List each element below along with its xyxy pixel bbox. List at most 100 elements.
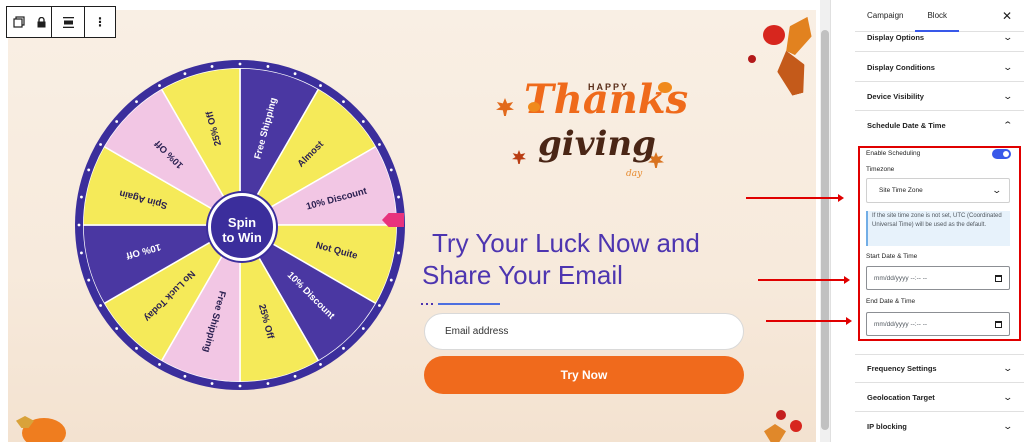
rim-dot bbox=[183, 72, 187, 76]
close-icon[interactable]: ✕ bbox=[1002, 9, 1012, 23]
rim-dot bbox=[87, 168, 91, 172]
align-icon[interactable] bbox=[52, 7, 84, 37]
rim-dot bbox=[210, 382, 214, 385]
panel-schedule[interactable]: Schedule Date & Time ⌃ bbox=[855, 111, 1024, 140]
rim-dot bbox=[135, 346, 138, 350]
canvas-scroll-thumb[interactable] bbox=[821, 30, 829, 430]
panel-device-visibility[interactable]: Device Visibility ⌄ bbox=[855, 82, 1024, 111]
rim-dot bbox=[361, 327, 365, 330]
chevron-down-icon: ⌄ bbox=[1002, 32, 1014, 42]
logo-day: day bbox=[626, 169, 643, 179]
panel-frequency[interactable]: Frequency Settings ⌄ bbox=[855, 354, 1024, 383]
panel-ip-blocking[interactable]: IP blocking ⌄ bbox=[855, 412, 1024, 441]
start-date-input[interactable]: mm/dd/yyyy --:-- -- bbox=[866, 266, 1010, 290]
try-now-button[interactable]: Try Now bbox=[424, 356, 744, 394]
rim-dot bbox=[342, 346, 345, 350]
rim-dot bbox=[135, 100, 138, 104]
spin-label-2: to Win bbox=[222, 230, 262, 245]
panel-display-conditions[interactable]: Display Conditions ⌄ bbox=[855, 53, 1024, 82]
rim-dot bbox=[158, 363, 161, 366]
more-options-icon[interactable]: ⋮ bbox=[85, 7, 115, 37]
timezone-value: Site Time Zone bbox=[879, 187, 923, 194]
rim-dot bbox=[210, 65, 214, 68]
berries-decoration bbox=[760, 402, 816, 442]
end-date-value: mm/dd/yyyy --:-- -- bbox=[874, 320, 928, 328]
headline-line-1: Try Your Luck Now and bbox=[432, 228, 700, 258]
editor-canvas: Free Shipping Almost 10% Discount Not Quite… bbox=[0, 0, 820, 442]
rim-dot bbox=[87, 278, 91, 282]
rim-dot bbox=[115, 120, 119, 123]
calendar-icon[interactable] bbox=[995, 320, 1002, 328]
rim-dot bbox=[378, 143, 381, 146]
enable-scheduling-toggle[interactable] bbox=[992, 149, 1011, 159]
panel-display-options[interactable]: Display Options ⌄ bbox=[855, 24, 1024, 52]
rim-dot bbox=[319, 84, 322, 87]
annotation-arrow bbox=[758, 276, 850, 284]
rim-dot bbox=[238, 62, 242, 66]
panel-geolocation[interactable]: Geolocation Target ⌄ bbox=[855, 383, 1024, 412]
rim-dot bbox=[158, 84, 161, 87]
panel-label: IP blocking bbox=[867, 422, 907, 431]
headline: Try Your Luck Now and Share Your Email bbox=[422, 227, 762, 291]
chevron-down-icon: ⌄ bbox=[1002, 421, 1014, 431]
spin-button[interactable]: Spin to Win bbox=[208, 193, 276, 261]
spin-label-1: Spin bbox=[227, 215, 257, 230]
rim-dot bbox=[293, 374, 297, 378]
chevron-down-icon: ⌄ bbox=[1002, 391, 1014, 402]
rim-dot bbox=[99, 143, 102, 146]
logo-giving: giving bbox=[538, 124, 656, 164]
headline-line-2: Share Your Email bbox=[422, 260, 623, 290]
rim-dot bbox=[266, 382, 270, 385]
lock-icon[interactable] bbox=[31, 7, 51, 37]
headline-divider bbox=[421, 302, 501, 306]
calendar-icon[interactable] bbox=[995, 274, 1002, 282]
rim-dot bbox=[77, 223, 81, 227]
rim-dot bbox=[389, 168, 393, 172]
timezone-label: Timezone bbox=[866, 166, 895, 173]
chevron-down-icon: ⌄ bbox=[1002, 90, 1014, 101]
rim-dot bbox=[397, 251, 400, 255]
block-duplicate-icon[interactable] bbox=[7, 7, 31, 37]
annotation-arrow bbox=[766, 317, 852, 325]
end-date-input[interactable]: mm/dd/yyyy --:-- -- bbox=[866, 312, 1010, 336]
email-input[interactable]: Email address bbox=[424, 313, 744, 350]
chevron-up-icon: ⌃ bbox=[1002, 120, 1014, 130]
rim-dot bbox=[238, 384, 242, 388]
rim-dot bbox=[266, 65, 270, 68]
timezone-note: If the site time zone is not set, UTC (C… bbox=[866, 211, 1010, 246]
chevron-down-icon: ⌄ bbox=[1002, 363, 1014, 373]
annotation-arrow bbox=[746, 194, 844, 202]
autumn-leaves-decoration bbox=[743, 10, 816, 100]
panel-label: Frequency Settings bbox=[867, 364, 937, 373]
maple-leaf-icon bbox=[512, 150, 526, 164]
panel-label: Device Visibility bbox=[867, 91, 924, 101]
rim-dot bbox=[389, 278, 393, 282]
timezone-select[interactable]: Site Time Zone ⌄ bbox=[866, 178, 1010, 203]
panel-label: Display Options bbox=[867, 33, 925, 42]
thanksgiving-logo: HAPPY Thanks giving day bbox=[488, 62, 688, 192]
maple-leaf-icon bbox=[496, 98, 514, 116]
rim-dot bbox=[319, 363, 322, 366]
pumpkin-decoration bbox=[8, 408, 68, 442]
rim-dot bbox=[183, 374, 187, 378]
chevron-down-icon: ⌄ bbox=[1002, 61, 1014, 72]
enable-scheduling-label: Enable Scheduling bbox=[866, 150, 921, 157]
start-date-label: Start Date & Time bbox=[866, 253, 918, 260]
panel-label: Geolocation Target bbox=[867, 392, 935, 402]
block-toolbar: ⋮ bbox=[6, 6, 116, 38]
rim-dot bbox=[397, 195, 400, 199]
campaign-block[interactable]: Free Shipping Almost 10% Discount Not Quite… bbox=[8, 10, 816, 442]
rim-dot bbox=[80, 195, 83, 199]
pumpkin-icon bbox=[658, 82, 672, 93]
rim-dot bbox=[99, 304, 102, 307]
rim-dot bbox=[361, 120, 365, 123]
rim-dot bbox=[342, 100, 345, 104]
rim-dot bbox=[115, 327, 119, 330]
rim-dot bbox=[378, 304, 381, 307]
pumpkin-icon bbox=[528, 102, 540, 112]
panel-label: Display Conditions bbox=[867, 62, 935, 72]
panel-label: Schedule Date & Time bbox=[867, 121, 946, 130]
end-date-label: End Date & Time bbox=[866, 298, 916, 305]
rim-dot bbox=[80, 251, 83, 255]
chevron-down-icon: ⌄ bbox=[991, 185, 1003, 195]
